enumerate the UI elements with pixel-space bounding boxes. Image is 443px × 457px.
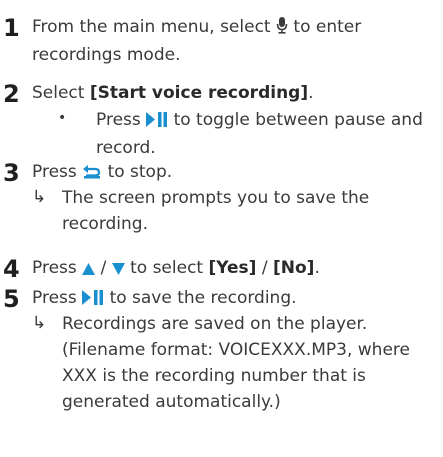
step-text: Press to save the recording. bbox=[32, 285, 437, 313]
play-pause-icon bbox=[82, 287, 104, 313]
option-yes: [Yes] bbox=[208, 258, 257, 278]
step-number: 5 bbox=[3, 285, 20, 313]
manual-page: 1 From the main menu, select to enter re… bbox=[0, 0, 443, 457]
triangle-down-icon bbox=[111, 257, 125, 283]
result-text: Recordings are saved on the player. (Fil… bbox=[62, 314, 410, 412]
step-number: 1 bbox=[3, 14, 20, 42]
step-text: Select [Start voice recording]. bbox=[32, 83, 314, 103]
back-arrow-icon bbox=[82, 161, 102, 187]
bullet-marker: • bbox=[58, 110, 67, 126]
option-no: [No] bbox=[272, 258, 315, 278]
triangle-up-icon bbox=[82, 257, 96, 283]
menu-option-start-voice-recording: [Start voice recording] bbox=[89, 83, 309, 103]
result-text: The screen prompts you to save the recor… bbox=[62, 188, 370, 234]
microphone-icon bbox=[276, 16, 288, 42]
step-number: 3 bbox=[3, 159, 20, 187]
step-text: Press to stop. bbox=[32, 159, 437, 187]
step-text: Press / to select [Yes] / [No]. bbox=[32, 255, 437, 283]
step-text: From the main menu, select to enter reco… bbox=[32, 16, 362, 65]
result-arrow-icon: ↳ bbox=[32, 187, 47, 207]
result-arrow-icon: ↳ bbox=[32, 313, 47, 333]
play-pause-icon bbox=[146, 109, 168, 135]
step-number: 2 bbox=[3, 80, 20, 108]
step-sub-text: Press to toggle between pause and record… bbox=[96, 109, 423, 158]
step-number: 4 bbox=[3, 255, 20, 283]
